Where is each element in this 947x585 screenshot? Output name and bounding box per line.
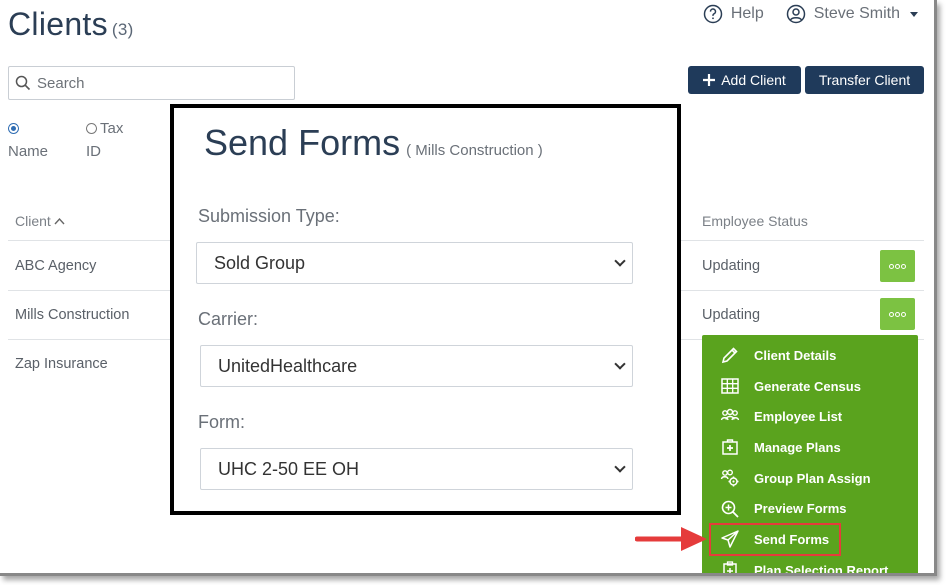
top-bar: Help Steve Smith — [703, 4, 918, 24]
zoom-in-icon — [721, 500, 739, 518]
dialog-title-text: Send Forms — [204, 122, 401, 163]
medical-case-icon — [722, 439, 738, 456]
radio-name[interactable]: Name — [8, 120, 68, 160]
help-label: Help — [730, 5, 764, 22]
menu-item-label: Manage Plans — [754, 439, 841, 455]
submission-type-select[interactable]: Sold Group — [196, 242, 633, 284]
chevron-down-icon — [614, 358, 626, 370]
grid-icon — [721, 378, 739, 394]
menu-item-label: Send Forms — [754, 531, 830, 547]
menu-item-employee-list[interactable]: Employee List — [702, 401, 918, 432]
menu-item-label: Preview Forms — [754, 501, 847, 517]
chevron-down-icon — [614, 255, 626, 267]
submission-type-label: Submission Type: — [198, 206, 340, 226]
menu-item-plan-selection-report[interactable]: Plan Selection Report — [702, 555, 918, 576]
user-menu[interactable]: Steve Smith — [786, 4, 918, 24]
search-icon — [15, 75, 31, 91]
search-box — [8, 66, 295, 100]
client-count: (3) — [111, 20, 134, 39]
column-header-status[interactable]: Employee Status — [702, 213, 808, 229]
table-row-client[interactable]: Mills Construction — [15, 307, 129, 323]
app-window: Clients(3) Help Steve Smith Add Client T… — [0, 0, 937, 576]
add-client-label: Add Client — [721, 72, 786, 88]
help-icon — [703, 4, 723, 24]
table-row-status: Updating — [702, 258, 761, 274]
users-icon — [720, 408, 740, 420]
dot-icon — [889, 263, 894, 269]
menu-item-send-forms[interactable]: Send Forms — [709, 523, 841, 556]
form-select[interactable]: UHC 2-50 EE OH — [200, 448, 633, 490]
menu-item-label: Plan Selection Report — [754, 562, 889, 576]
table-row-client[interactable]: ABC Agency — [15, 258, 96, 274]
pencil-icon — [721, 347, 738, 364]
carrier-label: Carrier: — [198, 309, 259, 329]
sort-asc-icon — [54, 217, 65, 225]
user-name: Steve Smith — [813, 5, 900, 22]
dot-icon — [901, 263, 906, 269]
dot-icon — [895, 263, 900, 269]
transfer-client-button[interactable]: Transfer Client — [805, 66, 924, 94]
row-actions-button[interactable] — [880, 298, 915, 330]
transfer-client-label: Transfer Client — [818, 72, 911, 88]
dot-icon — [901, 311, 906, 317]
dot-icon — [889, 311, 894, 317]
dot-icon — [895, 311, 900, 317]
dialog-subtitle: ( Mills Construction ) — [406, 142, 543, 159]
menu-item-generate-census[interactable]: Generate Census — [702, 371, 918, 402]
dialog-title: Send Forms ( Mills Construction ) — [204, 122, 543, 164]
clipboard-icon — [723, 561, 737, 573]
help-link[interactable]: Help — [703, 4, 764, 24]
row-actions-button[interactable] — [880, 250, 915, 282]
carrier-value: UnitedHealthcare — [218, 355, 358, 376]
chevron-down-icon — [614, 461, 626, 473]
chevron-down-icon — [910, 11, 918, 17]
user-icon — [786, 4, 805, 24]
radio-unselected-icon — [86, 123, 97, 134]
radio-tax-id[interactable]: Tax ID — [86, 120, 146, 160]
menu-item-preview-forms[interactable]: Preview Forms — [702, 493, 918, 524]
table-row-client[interactable]: Zap Insurance — [15, 356, 108, 372]
menu-item-label: Employee List — [754, 409, 843, 425]
add-client-button[interactable]: Add Client — [688, 66, 801, 94]
radio-tax-label: Tax — [100, 120, 124, 137]
search-input[interactable] — [37, 74, 277, 92]
radio-selected-icon — [8, 123, 19, 134]
paper-plane-icon — [721, 530, 739, 549]
menu-item-group-plan-assign[interactable]: Group Plan Assign — [702, 463, 918, 494]
callout-arrow-icon — [635, 527, 707, 551]
column-header-client[interactable]: Client — [15, 213, 65, 229]
form-value: UHC 2-50 EE OH — [218, 458, 360, 479]
menu-item-label: Group Plan Assign — [754, 470, 871, 486]
submission-type-value: Sold Group — [214, 252, 306, 273]
users-gear-icon — [720, 469, 739, 487]
menu-item-label: Client Details — [754, 347, 837, 363]
radio-name-label: Name — [8, 143, 49, 160]
table-row-status: Updating — [702, 307, 761, 323]
send-forms-dialog: Send Forms ( Mills Construction ) Submiss… — [170, 104, 681, 515]
page-title: Clients (3) — [8, 6, 134, 43]
menu-item-label: Generate Census — [754, 378, 861, 394]
plus-icon — [703, 74, 716, 86]
page-title-text: Clients — [8, 6, 108, 42]
menu-item-manage-plans[interactable]: Manage Plans — [702, 432, 918, 463]
column-header-client-label: Client — [15, 213, 51, 229]
menu-item-client-details[interactable]: Client Details — [702, 340, 918, 371]
row-action-menu: Client Details Generate Census Employee … — [702, 335, 918, 576]
form-label: Form: — [198, 412, 245, 432]
carrier-select[interactable]: UnitedHealthcare — [200, 345, 633, 387]
radio-id-label: ID — [86, 143, 101, 160]
